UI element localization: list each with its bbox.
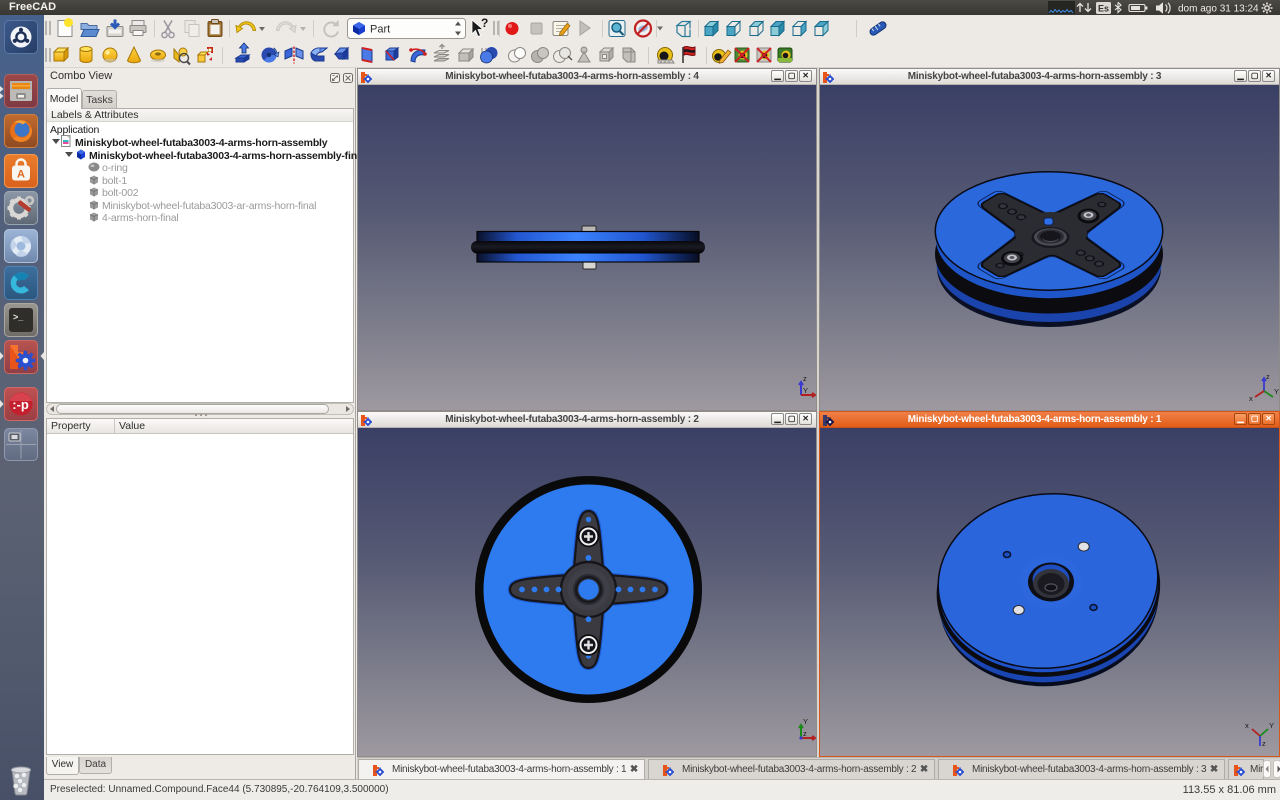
svg-text:A: A <box>17 169 25 181</box>
svg-text:z: z <box>803 729 807 738</box>
svg-text::-p: :-p <box>12 397 29 412</box>
svg-text:x: x <box>1245 721 1249 730</box>
svg-text:Y: Y <box>1269 721 1274 730</box>
svg-text:z: z <box>1262 739 1266 748</box>
svg-text:dom ago 31 13:24: dom ago 31 13:24 <box>1178 4 1259 15</box>
svg-text:Y: Y <box>1274 387 1279 396</box>
svg-text:Y: Y <box>803 386 808 395</box>
svg-text:Es: Es <box>1098 4 1109 14</box>
svg-text:z: z <box>803 374 807 383</box>
svg-text:>_: >_ <box>13 312 24 322</box>
svg-text:Part: Part <box>370 24 390 36</box>
svg-text:x: x <box>1249 394 1253 403</box>
svg-text:z: z <box>1266 372 1270 381</box>
svg-text:?: ? <box>481 16 488 30</box>
svg-text:Y: Y <box>803 717 808 726</box>
